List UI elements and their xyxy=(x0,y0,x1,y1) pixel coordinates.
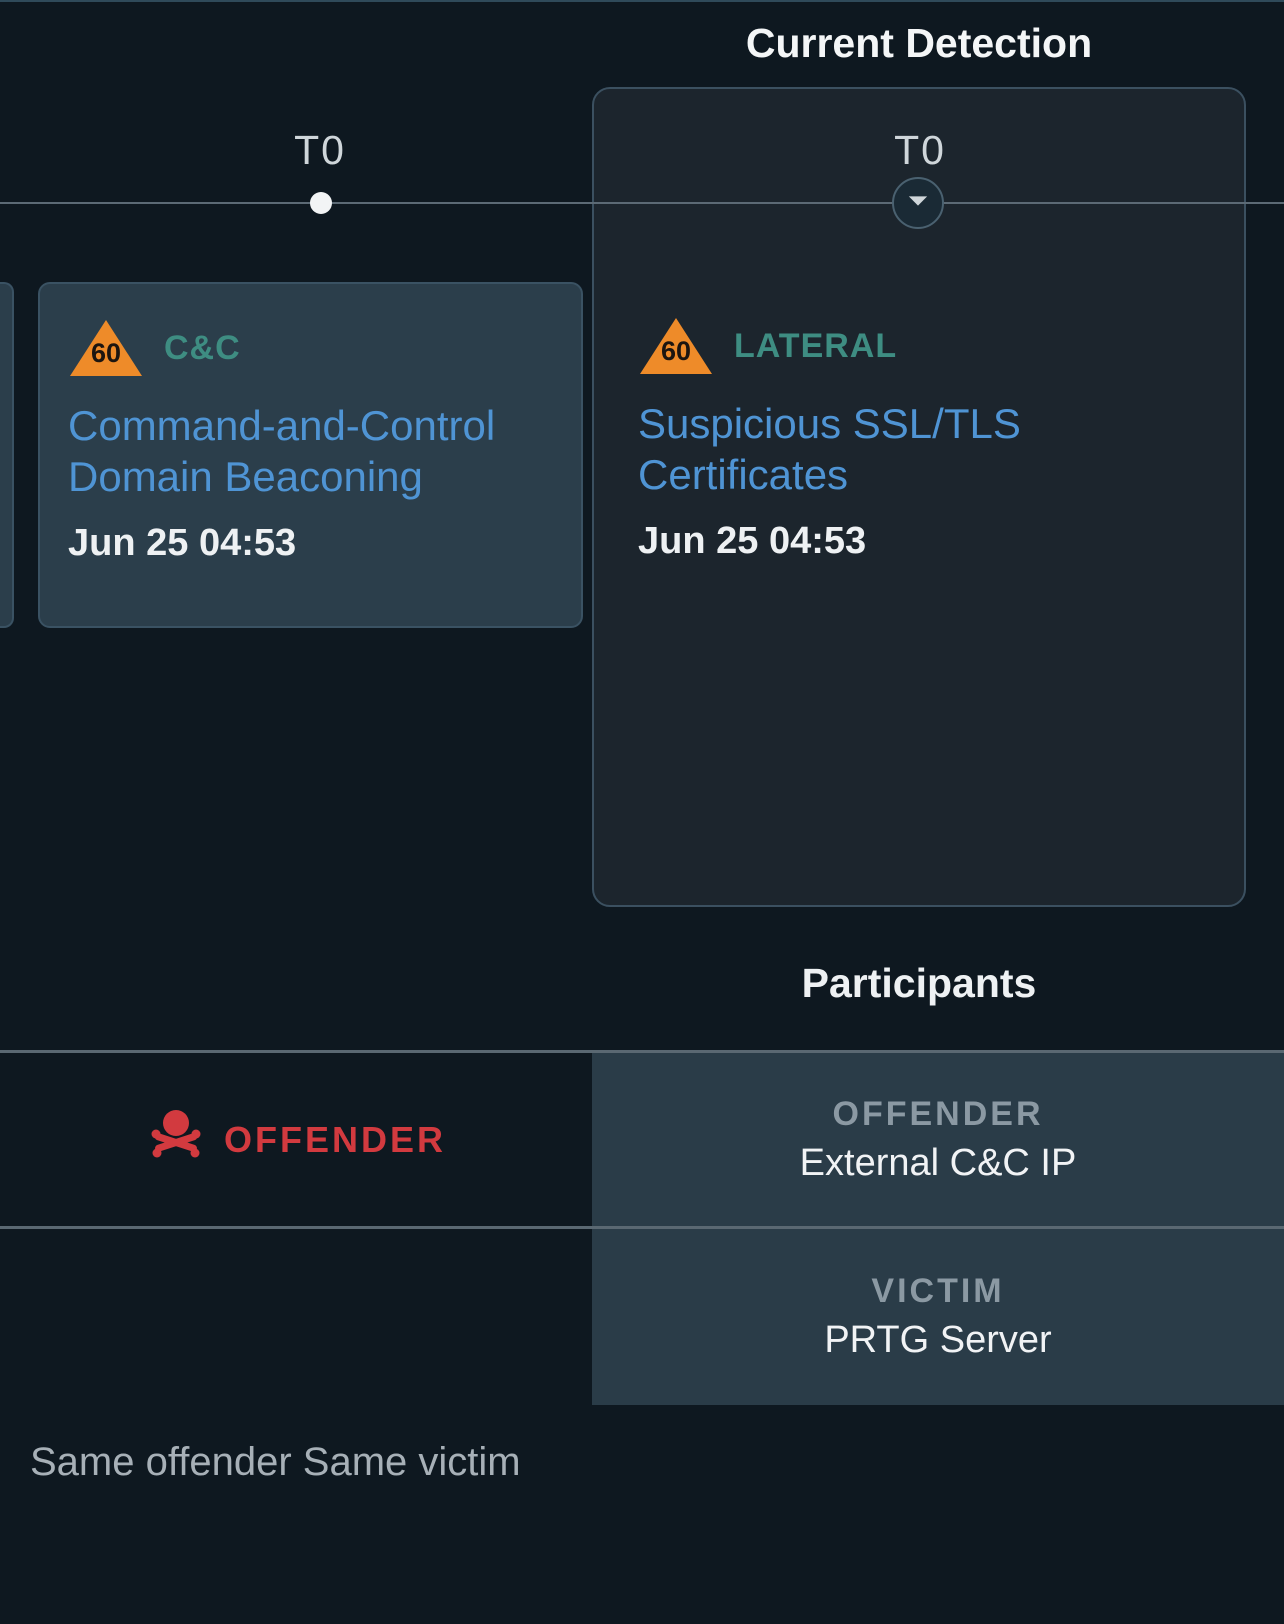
participant-role: VICTIM xyxy=(871,1272,1004,1311)
risk-score: 60 xyxy=(638,336,714,367)
detection-category: LATERAL xyxy=(734,327,897,366)
timeline-area: Current Detection T0 T0 xyxy=(0,0,1284,270)
participants-row-offender: OFFENDER OFFENDER External C&C IP xyxy=(0,1053,1284,1229)
participant-value: PRTG Server xyxy=(824,1319,1051,1362)
timeline-marker-dropdown[interactable] xyxy=(892,177,944,229)
current-detection-heading: Current Detection xyxy=(592,20,1246,67)
offender-label: OFFENDER xyxy=(224,1119,446,1161)
risk-triangle-icon: 60 xyxy=(638,316,714,376)
chevron-down-icon xyxy=(907,194,929,213)
participant-value: External C&C IP xyxy=(800,1142,1077,1185)
detection-card-header: 60 LATERAL xyxy=(638,316,1178,376)
timeline-axis xyxy=(0,202,1284,204)
participants-table: OFFENDER OFFENDER External C&C IP VICTIM… xyxy=(0,1050,1284,1405)
detection-title: Command-and-Control Domain Beaconing xyxy=(68,400,553,502)
participant-role: OFFENDER xyxy=(833,1095,1044,1134)
participants-left-cell xyxy=(0,1229,592,1405)
risk-score: 60 xyxy=(68,338,144,369)
relationship-note: Same offender Same victim xyxy=(30,1440,521,1485)
detection-card-header: 60 C&C xyxy=(68,318,553,378)
offender-badge: OFFENDER xyxy=(146,1107,446,1172)
detection-panel: Current Detection T0 T0 60 C&C Command-a… xyxy=(0,0,1284,1624)
timeline-label-t0-left: T0 xyxy=(260,127,380,174)
timeline-marker-dot[interactable] xyxy=(310,192,332,214)
detection-card-current[interactable]: 60 LATERAL Suspicious SSL/TLS Certificat… xyxy=(628,282,1206,628)
detection-title: Suspicious SSL/TLS Certificates xyxy=(638,398,1178,500)
participants-heading: Participants xyxy=(592,960,1246,1007)
detection-timestamp: Jun 25 04:53 xyxy=(638,520,1178,563)
previous-detection-card-edge[interactable] xyxy=(0,282,14,628)
detection-timestamp: Jun 25 04:53 xyxy=(68,522,553,565)
participants-left-cell: OFFENDER xyxy=(0,1053,592,1226)
detection-card[interactable]: 60 C&C Command-and-Control Domain Beacon… xyxy=(38,282,583,628)
skull-crossbones-icon xyxy=(146,1107,206,1172)
detection-category: C&C xyxy=(164,329,241,368)
timeline-label-t0-right: T0 xyxy=(860,127,980,174)
risk-triangle-icon: 60 xyxy=(68,318,144,378)
participants-row-victim: VICTIM PRTG Server xyxy=(0,1229,1284,1405)
participants-right-cell: OFFENDER External C&C IP xyxy=(592,1053,1284,1226)
participants-right-cell: VICTIM PRTG Server xyxy=(592,1229,1284,1405)
